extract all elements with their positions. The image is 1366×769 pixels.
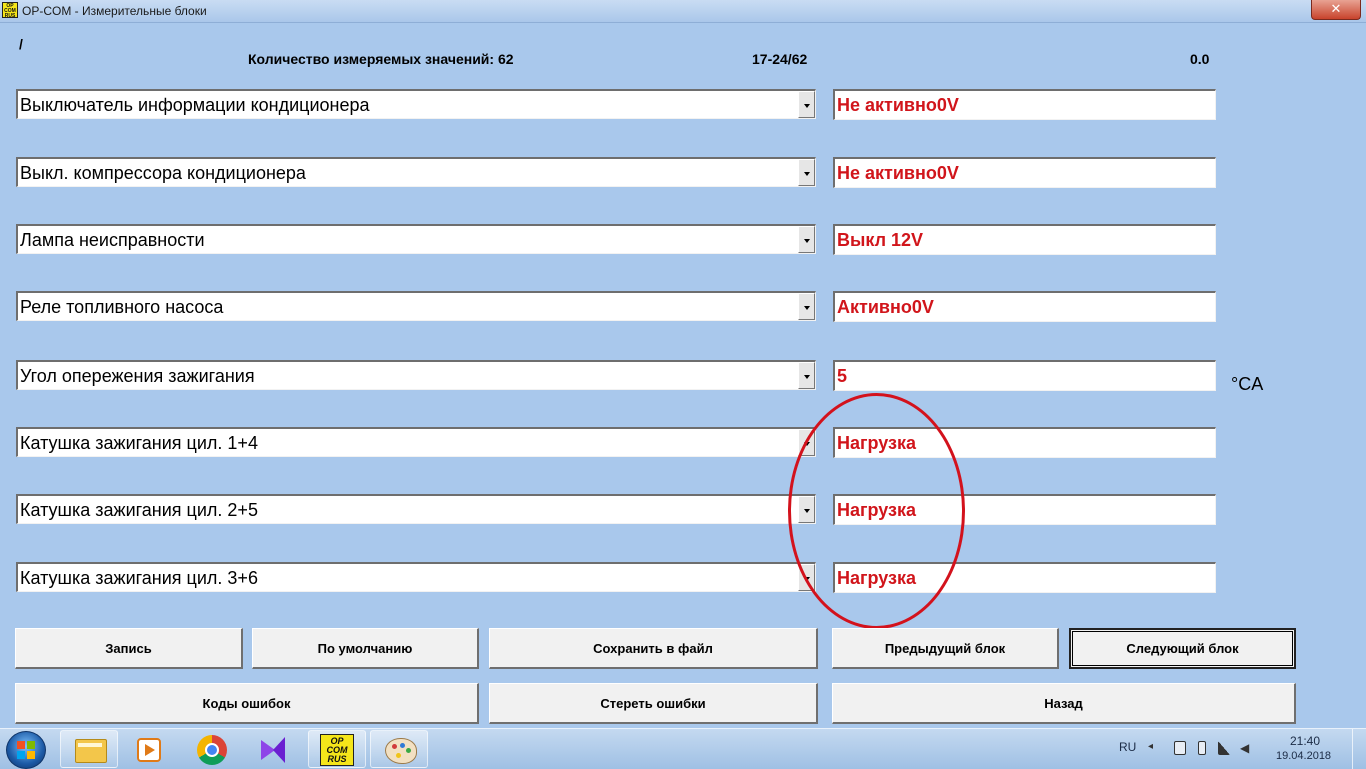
previous-block-button[interactable]: Предыдущий блок xyxy=(832,628,1059,669)
window-title: OP-COM - Измерительные блоки xyxy=(22,4,207,18)
taskbar-paint[interactable] xyxy=(370,730,428,768)
error-codes-button[interactable]: Коды ошибок xyxy=(15,683,479,724)
parameter-select-3[interactable]: Лампа неисправности xyxy=(16,224,816,254)
file-explorer-icon xyxy=(75,739,107,763)
parameter-value-4: Активно0V xyxy=(833,291,1216,322)
signal-icon[interactable] xyxy=(1218,741,1230,755)
parameter-value-2: Не активно0V xyxy=(833,157,1216,188)
taskbar-visual-studio[interactable] xyxy=(245,730,303,768)
windows-start-icon[interactable] xyxy=(6,731,46,769)
language-indicator[interactable]: RU xyxy=(1119,740,1136,754)
chevron-down-icon[interactable] xyxy=(798,91,815,118)
title-bar: OP COM RUS OP-COM - Измерительные блоки … xyxy=(0,0,1366,23)
parameter-label: Выключатель информации кондиционера xyxy=(20,95,370,115)
annotation-circle xyxy=(788,393,965,629)
parameter-label: Лампа неисправности xyxy=(20,230,205,250)
parameter-label: Реле топливного насоса xyxy=(20,297,224,317)
measured-values-count: Количество измеряемых значений: 62 xyxy=(248,51,514,67)
opcom-icon: OP COM RUS xyxy=(320,734,354,766)
parameter-value-text: Выкл 12V xyxy=(837,230,924,250)
parameter-label: Катушка зажигания цил. 3+6 xyxy=(20,568,258,588)
battery-icon[interactable] xyxy=(1198,741,1206,755)
parameter-select-2[interactable]: Выкл. компрессора кондиционера xyxy=(16,157,816,187)
parameter-label: Катушка зажигания цил. 2+5 xyxy=(20,500,258,520)
parameter-select-8[interactable]: Катушка зажигания цил. 3+6 xyxy=(16,562,816,592)
parameter-select-7[interactable]: Катушка зажигания цил. 2+5 xyxy=(16,494,816,524)
header-value: 0.0 xyxy=(1190,51,1210,67)
parameter-select-5[interactable]: Угол опережения зажигания xyxy=(16,360,816,390)
chevron-down-icon[interactable] xyxy=(798,293,815,320)
chevron-down-icon[interactable] xyxy=(798,362,815,389)
record-button[interactable]: Запись xyxy=(15,628,243,669)
taskbar-file-explorer[interactable] xyxy=(60,730,118,768)
parameter-value-text: Не активно0V xyxy=(837,95,959,115)
clock-time[interactable]: 21:40 xyxy=(1290,734,1320,748)
volume-icon[interactable]: ◀ xyxy=(1240,741,1252,755)
clear-errors-button[interactable]: Стереть ошибки xyxy=(489,683,818,724)
chevron-down-icon[interactable] xyxy=(798,226,815,253)
parameter-label: Выкл. компрессора кондиционера xyxy=(20,163,306,183)
next-block-button[interactable]: Следующий блок xyxy=(1069,628,1296,669)
paint-icon xyxy=(385,738,417,764)
parameter-value-text: Активно0V xyxy=(837,297,934,317)
taskbar-media-player[interactable] xyxy=(120,730,178,768)
block-range: 17-24/62 xyxy=(752,51,808,67)
save-file-button[interactable]: Сохранить в файл xyxy=(489,628,818,669)
clock-date[interactable]: 19.04.2018 xyxy=(1276,750,1331,762)
parameter-select-6[interactable]: Катушка зажигания цил. 1+4 xyxy=(16,427,816,457)
taskbar-opcom[interactable]: OP COM RUS xyxy=(308,730,366,768)
parameter-unit: °CA xyxy=(1231,374,1264,394)
chrome-icon xyxy=(197,735,227,765)
parameter-value-3: Выкл 12V xyxy=(833,224,1216,255)
media-player-icon xyxy=(137,738,161,762)
taskbar-chrome[interactable] xyxy=(183,730,241,768)
taskbar: OP COM RUS RU ◂ ◀ 21:40 19.04.2018 xyxy=(0,728,1366,769)
show-hidden-icons-icon[interactable]: ◂ xyxy=(1148,741,1160,755)
parameter-label: Угол опережения зажигания xyxy=(20,366,255,386)
back-button[interactable]: Назад xyxy=(832,683,1296,724)
visual-studio-icon xyxy=(261,737,289,763)
show-desktop-button[interactable] xyxy=(1352,729,1366,769)
header-path: / xyxy=(19,36,23,52)
parameter-select-4[interactable]: Реле топливного насоса xyxy=(16,291,816,321)
parameter-label: Катушка зажигания цил. 1+4 xyxy=(20,433,258,453)
system-tray: ◂ ◀ xyxy=(1148,741,1258,757)
parameter-value-5: 5 xyxy=(833,360,1216,391)
flag-icon[interactable] xyxy=(1174,741,1186,755)
parameter-value-1: Не активно0V xyxy=(833,89,1216,120)
parameter-value-text: Не активно0V xyxy=(837,163,959,183)
opcom-app-icon: OP COM RUS xyxy=(2,2,18,19)
parameter-value-text: 5 xyxy=(837,366,848,386)
parameter-select-1[interactable]: Выключатель информации кондиционера xyxy=(16,89,816,119)
default-button[interactable]: По умолчанию xyxy=(252,628,479,669)
close-button[interactable]: ✕ xyxy=(1311,0,1361,20)
chevron-down-icon[interactable] xyxy=(798,159,815,186)
